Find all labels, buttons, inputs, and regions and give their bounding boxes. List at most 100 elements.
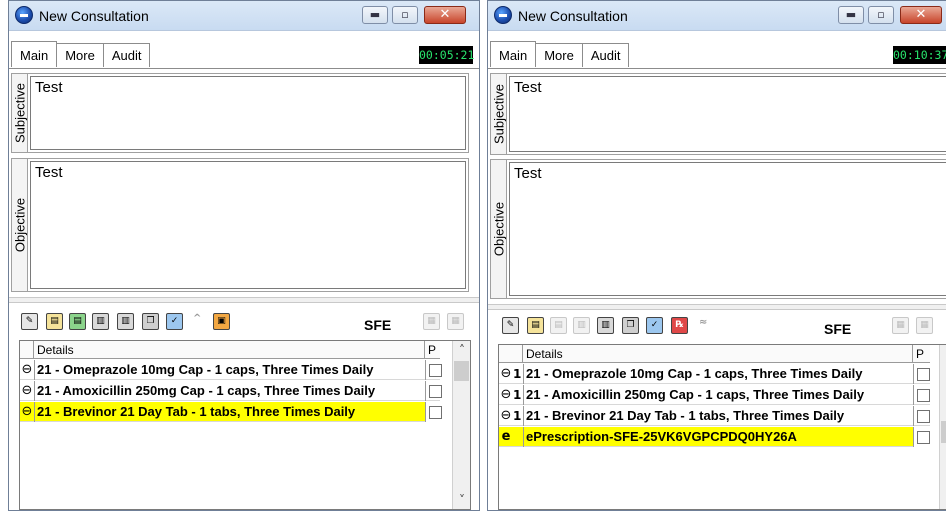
tab-more[interactable]: More — [56, 43, 104, 67]
sfe-label: SFE — [824, 321, 852, 337]
grid-header-p[interactable]: P — [913, 345, 930, 363]
title-bar[interactable]: New Consultation ▬ ▫ ✕ — [488, 1, 946, 31]
checklist-icon[interactable]: ✓ — [646, 317, 663, 334]
scroll-down-icon[interactable]: ˅ — [453, 493, 471, 507]
grid-header-icon-col — [499, 345, 523, 363]
small-caret-icon: ≈ — [699, 317, 708, 328]
prescription-icon[interactable]: ▣ — [213, 313, 230, 330]
row-details: ePrescription-SFE-25VK6VGPCPDQ0HY26A — [523, 427, 913, 447]
print-icon[interactable]: ▥ — [92, 313, 109, 330]
grid-header-details[interactable]: Details — [523, 345, 913, 363]
row-print-checkbox[interactable] — [425, 381, 443, 401]
minimize-button[interactable]: ▬ — [362, 6, 388, 24]
table-row[interactable]: ⊖ 1 21 - Brevinor 21 Day Tab - 1 tabs, T… — [499, 406, 930, 426]
row-print-checkbox[interactable] — [425, 360, 443, 380]
print-preview-icon[interactable]: ▥ — [117, 313, 134, 330]
objective-section: Objective Test — [490, 159, 946, 299]
print-icon: ▥ — [573, 317, 590, 334]
tab-main[interactable]: Main — [490, 41, 537, 67]
subjective-input[interactable]: Test — [509, 76, 946, 152]
subjective-label-strip: Subjective — [491, 74, 507, 154]
tab-main[interactable]: Main — [11, 41, 58, 67]
checklist-icon[interactable]: ✓ — [166, 313, 183, 330]
grid-header-icon-col — [20, 341, 34, 359]
row-print-checkbox[interactable] — [913, 385, 931, 405]
maximize-button[interactable]: ▫ — [392, 6, 418, 24]
disabled-doc-icon: ▦ — [916, 317, 933, 334]
objective-input[interactable]: Test — [509, 162, 946, 296]
table-row[interactable]: ⊖ 1 21 - Omeprazole 10mg Cap - 1 caps, T… — [499, 364, 930, 384]
pill-icon: ⊖ — [500, 387, 512, 402]
tab-strip: Main More Audit — [11, 41, 151, 69]
copy-icon[interactable]: ❐ — [142, 313, 159, 330]
maximize-button[interactable]: ▫ — [868, 6, 894, 24]
table-row[interactable]: ⊖ 21 - Amoxicillin 250mg Cap - 1 caps, T… — [20, 381, 443, 401]
tab-divider — [488, 68, 946, 69]
grid-header: Details P — [499, 345, 930, 363]
eprescription-icon: e — [501, 429, 511, 444]
table-row[interactable]: ⊖ 1 21 - Amoxicillin 250mg Cap - 1 caps,… — [499, 385, 930, 405]
subjective-section: Subjective Test — [11, 73, 469, 153]
row-print-checkbox[interactable] — [913, 427, 931, 447]
pen-tool-icon[interactable]: ✎ — [502, 317, 519, 334]
objective-label-strip: Objective — [491, 160, 507, 298]
pane-splitter[interactable] — [488, 304, 946, 310]
table-row-selected[interactable]: e ePrescription-SFE-25VK6VGPCPDQ0HY26A — [499, 427, 931, 447]
table-row[interactable]: ⊖ 21 - Omeprazole 10mg Cap - 1 caps, Thr… — [20, 360, 443, 380]
app-globe-icon — [15, 6, 33, 24]
copy-icon[interactable]: ❐ — [622, 317, 639, 334]
row-details: 21 - Omeprazole 10mg Cap - 1 caps, Three… — [523, 364, 913, 384]
grid-header: Details P — [20, 341, 440, 359]
tab-audit[interactable]: Audit — [581, 43, 630, 67]
eprescription-send-icon[interactable]: ℞ — [671, 317, 688, 334]
pill-icon: ⊖ — [500, 408, 512, 423]
subjective-label: Subjective — [491, 84, 506, 144]
window-title: New Consultation — [39, 8, 149, 24]
print-preview-icon[interactable]: ▥ — [597, 317, 614, 334]
document-icon[interactable]: ▤ — [527, 317, 544, 334]
grid-header-p[interactable]: P — [425, 341, 440, 359]
pane-splitter[interactable] — [9, 297, 479, 303]
scroll-thumb[interactable] — [454, 361, 469, 381]
grid-header-details[interactable]: Details — [34, 341, 425, 359]
grid-scrollbar[interactable]: ˄ ˅ — [452, 341, 470, 509]
table-row-selected[interactable]: ⊖ 21 - Brevinor 21 Day Tab - 1 tabs, Thr… — [20, 402, 443, 422]
row-print-checkbox[interactable] — [913, 406, 931, 426]
close-button[interactable]: ✕ — [424, 6, 466, 24]
tab-audit[interactable]: Audit — [102, 43, 151, 67]
subjective-input[interactable]: Test — [30, 76, 466, 150]
pill-icon: ⊖ — [500, 366, 512, 381]
objective-label-strip: Objective — [12, 159, 28, 291]
row-details: 21 - Amoxicillin 250mg Cap - 1 caps, Thr… — [34, 381, 425, 401]
document-icon[interactable]: ▤ — [46, 313, 63, 330]
subjective-section: Subjective Test — [490, 73, 946, 155]
scroll-up-icon[interactable]: ˄ — [453, 343, 471, 357]
disabled-note-icon: ▦ — [892, 317, 909, 334]
scroll-down-icon[interactable]: ˅ — [940, 493, 946, 507]
disabled-note-icon: ▦ — [423, 313, 440, 330]
objective-label: Objective — [491, 201, 506, 257]
green-document-icon[interactable]: ▤ — [69, 313, 86, 330]
prescription-toolbar: ✎ ▤ ▤ ▥ ▥ ❐ ✓ ℞ ≈ SFE ▦ ▦ — [488, 313, 946, 341]
objective-input[interactable]: Test — [30, 161, 466, 289]
consultation-window-left: New Consultation ▬ ▫ ✕ Main More Audit 0… — [8, 0, 480, 511]
scroll-up-icon[interactable]: ˄ — [940, 347, 946, 361]
objective-section: Objective Test — [11, 158, 469, 292]
row-print-checkbox[interactable] — [425, 402, 443, 422]
row-print-checkbox[interactable] — [913, 364, 931, 384]
tab-strip: Main More Audit — [490, 41, 630, 69]
minimize-button[interactable]: ▬ — [838, 6, 864, 24]
row-count: 1 — [513, 388, 522, 402]
tab-more[interactable]: More — [535, 43, 583, 67]
pen-tool-icon[interactable]: ✎ — [21, 313, 38, 330]
close-button[interactable]: ✕ — [900, 6, 942, 24]
row-details: 21 - Amoxicillin 250mg Cap - 1 caps, Thr… — [523, 385, 913, 405]
tab-divider — [9, 68, 479, 69]
row-details: 21 - Brevinor 21 Day Tab - 1 tabs, Three… — [34, 402, 425, 422]
grid-scrollbar[interactable]: ˄ ˅ — [939, 345, 946, 509]
title-bar[interactable]: New Consultation ▬ ▫ ✕ — [9, 1, 479, 31]
pill-icon: ⊖ — [21, 362, 33, 377]
prescription-toolbar: ✎ ▤ ▤ ▥ ▥ ❐ ✓ ^ ▣ SFE ▦ ▦ — [9, 309, 479, 337]
window-title: New Consultation — [518, 8, 628, 24]
scroll-thumb[interactable] — [941, 421, 946, 443]
